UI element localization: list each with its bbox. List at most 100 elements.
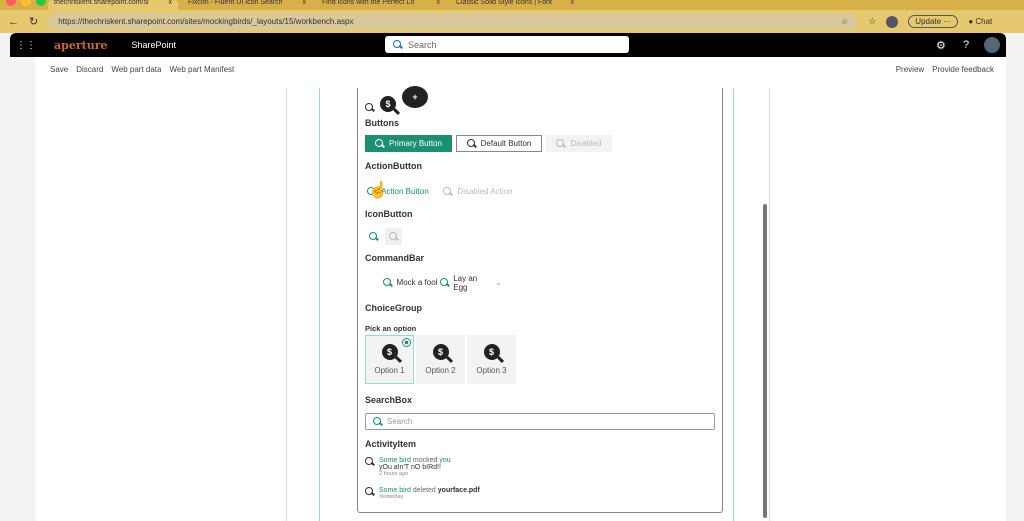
section-heading: ChoiceGroup xyxy=(365,303,423,313)
choice-option-3[interactable]: $ Option 3 xyxy=(467,335,516,384)
command-label: Mock a fool xyxy=(396,278,438,287)
search-dollar-icon xyxy=(443,187,452,196)
search-dollar-icon xyxy=(389,232,398,241)
button-label: Disabled xyxy=(570,139,602,148)
icon-button[interactable] xyxy=(365,228,381,245)
feedback-button[interactable]: Provide feedback xyxy=(932,65,994,74)
browser-tab[interactable]: Fixcon - Fluent UI Icon Search x xyxy=(182,0,312,10)
search-icon xyxy=(393,40,402,49)
button-label: Primary Button xyxy=(389,139,442,148)
search-dollar-icon: $ xyxy=(483,344,500,360)
sharepoint-header: ⋮⋮ aperture SharePoint Search ⚙ ? xyxy=(10,33,1006,57)
section-heading: IconButton xyxy=(365,209,413,219)
search-dollar-icon xyxy=(365,103,374,112)
workbench-right-commands: Preview Provide feedback xyxy=(896,65,994,74)
option-label: Option 2 xyxy=(425,366,456,375)
search-dollar-icon: + xyxy=(402,86,428,108)
discard-button[interactable]: Discard xyxy=(76,65,103,74)
icon-button-disabled xyxy=(385,228,402,245)
search-dollar-icon xyxy=(365,457,374,466)
cursor-icon: ☝ xyxy=(368,182,388,199)
chat-button[interactable]: ● Chat xyxy=(968,17,992,26)
search-dollar-icon xyxy=(466,139,476,148)
button-label: Default Button xyxy=(480,139,532,148)
window-controls[interactable] xyxy=(6,0,46,6)
section-heading: ActivityItem xyxy=(365,439,417,449)
logo[interactable]: aperture xyxy=(54,39,108,52)
save-button[interactable]: Save xyxy=(50,65,68,74)
search-dollar-icon: $ xyxy=(380,96,396,112)
activity-time: Yesterday xyxy=(379,494,404,500)
user-avatar[interactable] xyxy=(984,37,1000,53)
app-name[interactable]: SharePoint xyxy=(132,40,177,50)
searchbox-placeholder: Search xyxy=(387,417,413,426)
search-dollar-icon xyxy=(556,139,565,148)
tab-label: Find Icons with the Perfect Lo xyxy=(322,0,415,6)
activity-item: Some bird deleted yourface.pdf Yesterday xyxy=(365,487,480,500)
option-label: Option 3 xyxy=(476,366,507,375)
workbench-commands: Save Discard Web part data Web part Mani… xyxy=(50,65,234,74)
help-icon[interactable]: ? xyxy=(963,39,969,51)
search-dollar-icon: $ xyxy=(432,344,449,360)
button-label: Disabled Action xyxy=(457,187,513,196)
icon-samples: $ + xyxy=(365,86,428,112)
web-part-manifest-button[interactable]: Web part Manifest xyxy=(169,65,234,74)
default-button[interactable]: Default Button xyxy=(456,135,542,152)
activity-comment: yOu aIn'T nO bIRd!! xyxy=(379,464,441,471)
preview-button[interactable]: Preview xyxy=(896,65,924,74)
disabled-button: Disabled xyxy=(546,135,612,152)
search-dollar-icon: $ xyxy=(381,344,398,360)
scrollbar[interactable] xyxy=(763,204,767,518)
activity-verb: deleted xyxy=(412,487,436,494)
url-text: https://thechriskent.sharepoint.com/site… xyxy=(58,17,354,26)
browser-tab-bar: thechriskent.sharepoint.com/si x Fixcon -… xyxy=(0,0,1024,10)
favorite-icon[interactable]: ☆ xyxy=(841,17,848,26)
search-dollar-icon xyxy=(373,417,382,426)
canvas-section: $ + Buttons Primary Button Default Butto… xyxy=(319,86,734,521)
activity-verb: mocked xyxy=(412,457,438,464)
search-dollar-icon xyxy=(375,139,384,148)
chat-label: Chat xyxy=(975,17,993,26)
url-field[interactable]: https://thechriskent.sharepoint.com/site… xyxy=(48,13,859,30)
back-icon[interactable]: ← xyxy=(8,16,19,28)
activity-target[interactable]: you xyxy=(439,457,450,464)
section-heading: SearchBox xyxy=(365,395,413,405)
browser-tab[interactable]: thechriskent.sharepoint.com/si x xyxy=(48,0,178,10)
tab-label: thechriskent.sharepoint.com/si xyxy=(54,0,149,6)
address-bar-row: ← ↻ https://thechriskent.sharepoint.com/s… xyxy=(0,10,1024,33)
command-mock-a-fool[interactable]: Mock a fool xyxy=(380,274,440,291)
update-button[interactable]: Update ··· xyxy=(908,15,959,28)
primary-button[interactable]: Primary Button xyxy=(365,135,452,152)
activity-item: Some bird mocked you yOu aIn'T nO bIRd!! 2… xyxy=(365,457,451,477)
browser-tab[interactable]: Classic Solid Style Icons | Font x xyxy=(450,0,580,10)
web-part-data-button[interactable]: Web part data xyxy=(111,65,161,74)
browser-tab[interactable]: Find Icons with the Perfect Lo x xyxy=(316,0,446,10)
section-heading: CommandBar xyxy=(365,253,425,263)
update-label: Update xyxy=(915,17,942,26)
chevron-down-icon: ⌄ xyxy=(495,278,502,287)
activity-actor[interactable]: Some bird xyxy=(379,487,411,494)
option-label: Option 1 xyxy=(374,366,405,375)
tab-label: Fixcon - Fluent UI Icon Search xyxy=(188,0,283,6)
settings-icon[interactable]: ⚙ xyxy=(936,39,946,52)
radio-selected xyxy=(402,338,411,347)
search-dollar-icon xyxy=(382,278,392,287)
choice-option-2[interactable]: $ Option 2 xyxy=(416,335,465,384)
app-launcher-icon[interactable]: ⋮⋮ xyxy=(16,40,36,51)
choice-label: Pick an option xyxy=(365,324,417,333)
tab-label: Classic Solid Style Icons | Font xyxy=(456,0,552,6)
profile-avatar[interactable] xyxy=(886,15,899,28)
search-dollar-icon xyxy=(368,232,378,241)
button-label: Action Button xyxy=(381,187,429,196)
refresh-icon[interactable]: ↻ xyxy=(29,15,38,28)
choice-option-1[interactable]: $ Option 1 xyxy=(365,335,414,384)
command-lay-an-egg[interactable]: Lay an Egg ⌄ xyxy=(440,273,502,292)
section-heading: Buttons xyxy=(365,118,399,128)
canvas: $ + Buttons Primary Button Default Butto… xyxy=(286,86,770,521)
search-input[interactable]: Search xyxy=(385,36,629,53)
search-dollar-icon xyxy=(440,278,449,287)
searchbox-input[interactable]: Search xyxy=(365,413,715,430)
activity-actor[interactable]: Some bird xyxy=(379,457,411,464)
favorites-icon[interactable]: ☆ xyxy=(868,16,876,27)
command-label: Lay an Egg xyxy=(453,273,478,292)
